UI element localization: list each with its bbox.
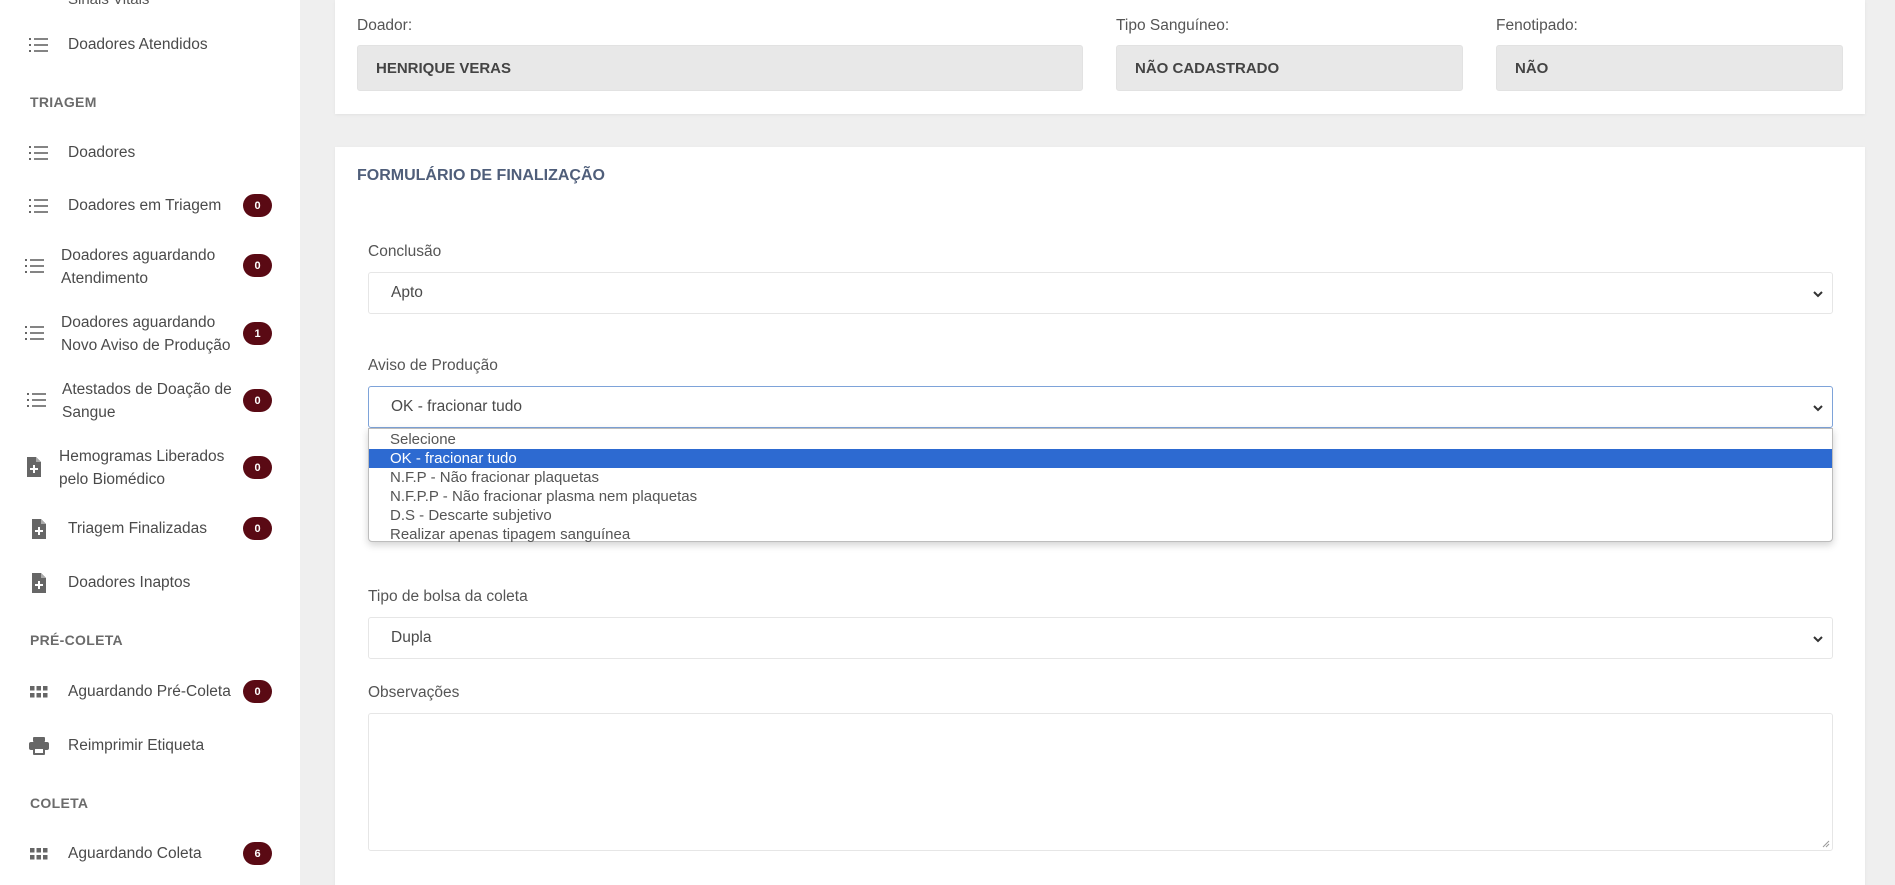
sidebar-item-label: Doadores Inaptos — [68, 574, 191, 591]
fenotipado-field: NÃO — [1496, 45, 1843, 91]
section-title-pre-coleta: PRÉ-COLETA — [30, 632, 123, 648]
tipo-sanguineo-label: Tipo Sanguíneo: — [1116, 17, 1230, 34]
sidebar-item-label-line1: Doadores aguardando — [61, 247, 216, 264]
tipo-bolsa-select[interactable]: Dupla — [368, 617, 1833, 659]
sidebar-item-label-line1: Hemogramas Liberados — [59, 448, 225, 465]
resize-grip-icon[interactable] — [1820, 838, 1830, 848]
sidebar-item-doadores-inaptos[interactable]: Doadores Inaptos — [0, 571, 300, 595]
list-icon — [29, 143, 49, 163]
file-plus-icon — [24, 457, 44, 477]
grid-icon — [29, 844, 49, 864]
observacoes-label: Observações — [368, 684, 460, 701]
count-badge: 0 — [243, 456, 272, 479]
dropdown-option[interactable]: N.F.P - Não fracionar plaquetas — [369, 468, 1832, 487]
sidebar-item-aguardando-aviso[interactable]: Doadores aguardando Novo Aviso de Produç… — [0, 311, 300, 357]
sidebar-item-atestados[interactable]: Atestados de Doação de Sangue 0 — [0, 378, 300, 424]
aviso-producao-label: Aviso de Produção — [368, 357, 498, 374]
doador-label: Doador: — [357, 17, 413, 34]
sidebar-item-reimprimir-etiqueta[interactable]: Reimprimir Etiqueta — [0, 734, 300, 758]
aviso-producao-select[interactable]: OK - fracionar tudo — [368, 386, 1833, 428]
count-badge: 0 — [243, 517, 272, 540]
dropdown-option[interactable]: D.S - Descarte subjetivo — [369, 506, 1832, 525]
list-icon — [25, 323, 45, 343]
aviso-producao-value: OK - fracionar tudo — [391, 398, 522, 415]
sidebar-item-label: Aguardando Coleta — [68, 845, 202, 862]
sidebar-item-label: Triagem Finalizadas — [68, 520, 207, 537]
fenotipado-label: Fenotipado: — [1496, 17, 1578, 34]
chevron-down-icon — [1813, 291, 1823, 298]
list-icon — [29, 35, 49, 55]
sidebar: Sinais Vitais Doadores Atendidos TRIAGEM… — [0, 0, 300, 885]
count-badge: 0 — [243, 680, 272, 703]
section-title-coleta: COLETA — [30, 795, 89, 811]
sidebar-item-hemogramas[interactable]: Hemogramas Liberados pelo Biomédico 0 — [0, 445, 300, 491]
conclusao-label: Conclusão — [368, 243, 442, 260]
chevron-down-icon — [1813, 405, 1823, 412]
list-icon — [25, 256, 45, 276]
sidebar-item-doadores-em-triagem[interactable]: Doadores em Triagem 0 — [0, 194, 300, 218]
form-title: FORMULÁRIO DE FINALIZAÇÃO — [357, 167, 605, 184]
sidebar-item-doadores-atendidos[interactable]: Doadores Atendidos — [0, 33, 300, 57]
sidebar-item-label: Aguardando Pré-Coleta — [68, 683, 231, 700]
printer-icon — [29, 736, 49, 756]
sidebar-item-aguardando-coleta[interactable]: Aguardando Coleta 6 — [0, 842, 300, 866]
sidebar-item-label-line1: Doadores aguardando — [61, 314, 216, 331]
tipo-bolsa-label: Tipo de bolsa da coleta — [368, 588, 528, 605]
dropdown-option[interactable]: OK - fracionar tudo — [369, 449, 1832, 468]
section-title-triagem: TRIAGEM — [30, 94, 97, 110]
observacoes-textarea[interactable] — [368, 713, 1833, 851]
list-icon — [27, 390, 47, 410]
count-badge: 0 — [243, 194, 272, 217]
sidebar-item-label: Doadores — [68, 144, 136, 161]
donor-info-card: Doador: HENRIQUE VERAS Tipo Sanguíneo: N… — [335, 0, 1865, 114]
sidebar-item-aguardando-atendimento[interactable]: Doadores aguardando Atendimento 0 — [0, 244, 300, 290]
aviso-producao-dropdown: Selecione OK - fracionar tudo N.F.P - Não … — [368, 428, 1833, 544]
sidebar-item-label: Reimprimir Etiqueta — [68, 737, 205, 754]
sidebar-item-label: Doadores Atendidos — [68, 36, 208, 53]
file-plus-icon — [29, 519, 49, 539]
sidebar-item-label-line1: Atestados de Doação de — [62, 381, 232, 398]
dropdown-option[interactable]: Selecione — [369, 430, 1832, 449]
file-plus-icon — [29, 573, 49, 593]
chevron-down-icon — [1813, 636, 1823, 643]
count-badge: 6 — [243, 842, 272, 865]
sidebar-item-label-line2: Sangue — [62, 404, 116, 421]
conclusao-select[interactable]: Apto — [368, 272, 1833, 314]
dropdown-option[interactable]: Realizar apenas tipagem sanguínea — [369, 525, 1832, 544]
sidebar-item-aguardando-pre-coleta[interactable]: Aguardando Pré-Coleta 0 — [0, 680, 300, 704]
count-badge: 0 — [243, 254, 272, 277]
tipo-sanguineo-field: NÃO CADASTRADO — [1116, 45, 1463, 91]
conclusao-value: Apto — [391, 284, 423, 301]
dropdown-option[interactable]: N.F.P.P - Não fracionar plasma nem plaqu… — [369, 487, 1832, 506]
tipo-bolsa-value: Dupla — [391, 629, 432, 646]
sidebar-item-triagem-finalizadas[interactable]: Triagem Finalizadas 0 — [0, 517, 300, 541]
sidebar-item-label-line2: Atendimento — [61, 270, 149, 287]
count-badge: 0 — [243, 389, 272, 412]
doador-field: HENRIQUE VERAS — [357, 45, 1083, 91]
sidebar-item-sinais-vitais[interactable]: Sinais Vitais — [68, 0, 149, 8]
sidebar-item-doadores[interactable]: Doadores — [0, 141, 300, 165]
sidebar-item-label-line2: Novo Aviso de Produção — [61, 337, 231, 354]
count-badge: 1 — [243, 322, 272, 345]
grid-icon — [29, 682, 49, 702]
list-icon — [29, 196, 49, 216]
sidebar-item-label: Doadores em Triagem — [68, 197, 222, 214]
sidebar-item-label-line2: pelo Biomédico — [59, 471, 165, 488]
